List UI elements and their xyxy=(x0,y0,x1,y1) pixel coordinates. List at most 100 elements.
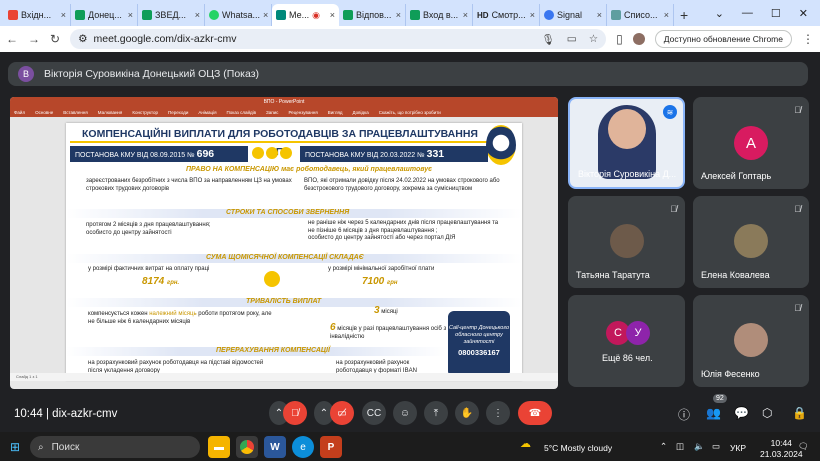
sheets-icon xyxy=(75,10,85,20)
participant-tile[interactable]: 🎙̸ Татьяна Таратута xyxy=(568,196,685,288)
word-icon[interactable]: W xyxy=(264,436,286,458)
muted-mic-icon: 🎙̸ xyxy=(794,204,801,214)
minimize-icon[interactable]: — xyxy=(742,7,753,19)
tab-search-icon[interactable]: ⌄ xyxy=(715,7,724,20)
right-banner: ПРАВО НА КОМПЕНСАЦІЮ має роботодавець, я… xyxy=(186,166,433,173)
language-indicator[interactable]: УКР xyxy=(730,443,746,453)
close-icon[interactable]: × xyxy=(128,10,133,20)
mic-off-button[interactable]: 🎙̸ xyxy=(283,401,307,425)
bookmark-star-icon[interactable]: ☆ xyxy=(589,33,598,46)
tab-9[interactable]: Списо... × xyxy=(607,4,674,26)
taskbar-search[interactable]: ⌕ Поиск xyxy=(30,436,200,458)
people-icon[interactable]: 👥 xyxy=(706,406,721,420)
camera-icon[interactable]: ▭ xyxy=(567,33,577,46)
left-sum-text: у розмірі фактичних витрат на оплату пра… xyxy=(88,266,210,272)
close-icon[interactable]: × xyxy=(61,10,66,20)
tab-1[interactable]: Донец... × xyxy=(71,4,138,26)
file-explorer-icon[interactable]: ▬ xyxy=(208,436,230,458)
edge-icon[interactable]: e xyxy=(292,436,314,458)
presenter-title: Вікторія Суровикіна Донецький ОЦЗ (Показ… xyxy=(44,68,260,80)
tab-2[interactable]: ЗВЕД... × xyxy=(138,4,205,26)
site-info-icon[interactable]: ⚙ xyxy=(78,33,87,45)
left-terms: протягом 2 місяців з дня працевлаштуванн… xyxy=(86,222,211,236)
call-center-box: Call-центр Донецького обласного центру з… xyxy=(448,311,510,377)
participant-avatar: А xyxy=(734,126,768,160)
volume-icon[interactable]: 🔈 xyxy=(694,441,705,452)
close-icon[interactable]: × xyxy=(195,10,200,20)
participant-name: Алексей Гоптарь xyxy=(701,171,772,181)
shared-screen: ВПО - PowerPoint Файл Основне Вставлення Ма… xyxy=(10,97,558,389)
browser-toolbar: ← → ↻ ⚙ meet.google.com/dix-azkr-cmv 🎙 ▭… xyxy=(0,26,820,52)
notifications-icon[interactable]: 🗨 xyxy=(798,441,809,452)
participant-tile-presenter[interactable]: Вікторія Суровикіна Д... ≋ xyxy=(568,97,685,189)
tab-0[interactable]: Вхідн... × xyxy=(4,4,71,26)
tab-meet-active[interactable]: Ме... ◉ × xyxy=(272,4,339,26)
whatsapp-icon xyxy=(209,10,219,20)
tab-8[interactable]: Signal × xyxy=(540,4,607,26)
network-icon[interactable]: ◫ xyxy=(676,441,684,452)
tab-6[interactable]: Вход в... × xyxy=(406,4,473,26)
activities-icon[interactable]: ⬡ xyxy=(762,406,772,420)
present-screen-button[interactable]: ⤒ xyxy=(424,401,448,425)
document-icon xyxy=(611,10,621,20)
participant-tile[interactable]: 🎙̸ А Алексей Гоптарь xyxy=(693,97,809,189)
camera-off-button[interactable]: ▭̸ xyxy=(330,401,354,425)
tray-chevron-icon[interactable]: ⌃ xyxy=(660,441,667,452)
participant-count-badge: 92 xyxy=(713,394,727,403)
duration-title: ТРИВАЛІСТЬ ВИПЛАТ xyxy=(246,298,322,305)
terms-title: СТРОКИ ТА СПОСОБИ ЗВЕРНЕННЯ xyxy=(226,209,350,216)
captions-button[interactable]: CC xyxy=(362,401,386,425)
side-panel-icon[interactable]: ▯ xyxy=(616,32,623,46)
leave-call-button[interactable]: ☎ xyxy=(518,401,552,425)
address-bar[interactable]: ⚙ meet.google.com/dix-azkr-cmv 🎙 ▭ ☆ xyxy=(70,29,607,49)
taskbar-clock[interactable]: 10:44 21.03.2024 xyxy=(760,438,803,460)
raise-hand-button[interactable]: ✋ xyxy=(455,401,479,425)
more-options-button[interactable]: ⋮ xyxy=(486,401,510,425)
chat-icon[interactable]: 💬 xyxy=(734,406,749,420)
tab-7[interactable]: HD Смотр... × xyxy=(473,4,540,26)
reload-icon[interactable]: ↻ xyxy=(50,32,60,46)
tab-5[interactable]: Відпов... × xyxy=(339,4,406,26)
close-icon[interactable]: × xyxy=(463,10,468,20)
right-who: ВПО, які отримали довідку після 24.02.20… xyxy=(304,178,500,192)
powerpoint-icon[interactable]: P xyxy=(320,436,342,458)
back-icon[interactable]: ← xyxy=(6,32,18,46)
meeting-details-icon[interactable]: ⓘ xyxy=(678,406,690,423)
close-icon[interactable]: × xyxy=(330,10,335,20)
close-icon[interactable]: × xyxy=(597,10,602,20)
close-icon[interactable]: × xyxy=(664,10,669,20)
close-icon[interactable]: × xyxy=(530,10,535,20)
tab-3[interactable]: Whatsa... × xyxy=(205,4,272,26)
windows-start-icon[interactable]: ⊞ xyxy=(4,436,26,458)
participant-tile[interactable]: 🎙̸ Юлія Фесенко xyxy=(693,295,809,387)
profile-avatar[interactable] xyxy=(632,33,645,45)
more-participants-tile[interactable]: С У Ещё 86 чел. xyxy=(568,295,685,387)
window-controls: ⌄ — ☐ ✕ xyxy=(715,0,820,26)
participant-name: Елена Ковалева xyxy=(701,270,770,280)
microphone-icon[interactable]: 🎙 xyxy=(541,33,554,46)
sheets-icon xyxy=(410,10,420,20)
chrome-icon[interactable] xyxy=(236,436,258,458)
chrome-update-button[interactable]: Доступно обновление Chrome xyxy=(654,30,792,48)
call-controls-bar: 10:44 | dix-azkr-cmv ⌃ 🎙̸ ⌃ ▭̸ CC ☺ ⤒ ✋ … xyxy=(0,396,820,432)
maximize-icon[interactable]: ☐ xyxy=(771,7,781,20)
close-icon[interactable]: × xyxy=(396,10,401,20)
ppt-title-bar: ВПО - PowerPoint xyxy=(10,97,558,107)
coins-icon xyxy=(252,147,292,159)
battery-icon[interactable]: ▭ xyxy=(712,441,720,452)
muted-mic-icon: 🎙̸ xyxy=(794,105,801,115)
close-window-icon[interactable]: ✕ xyxy=(799,7,808,20)
forward-icon[interactable]: → xyxy=(28,32,40,46)
participant-tile[interactable]: 🎙̸ Елена Ковалева xyxy=(693,196,809,288)
close-icon[interactable]: × xyxy=(263,10,268,20)
participant-avatar: У xyxy=(626,321,650,345)
url-text: meet.google.com/dix-azkr-cmv xyxy=(93,33,237,45)
new-tab-button[interactable]: + xyxy=(674,4,694,26)
muted-mic-icon: 🎙̸ xyxy=(670,204,677,214)
menu-kebab-icon[interactable]: ⋮ xyxy=(802,32,814,46)
weather-text[interactable]: 5°C Mostly cloudy xyxy=(544,443,612,453)
speaking-indicator-icon: ≋ xyxy=(663,105,677,119)
host-controls-icon[interactable]: 🔒 xyxy=(792,406,807,420)
participant-photo xyxy=(734,323,768,357)
emoji-reactions-button[interactable]: ☺ xyxy=(393,401,417,425)
